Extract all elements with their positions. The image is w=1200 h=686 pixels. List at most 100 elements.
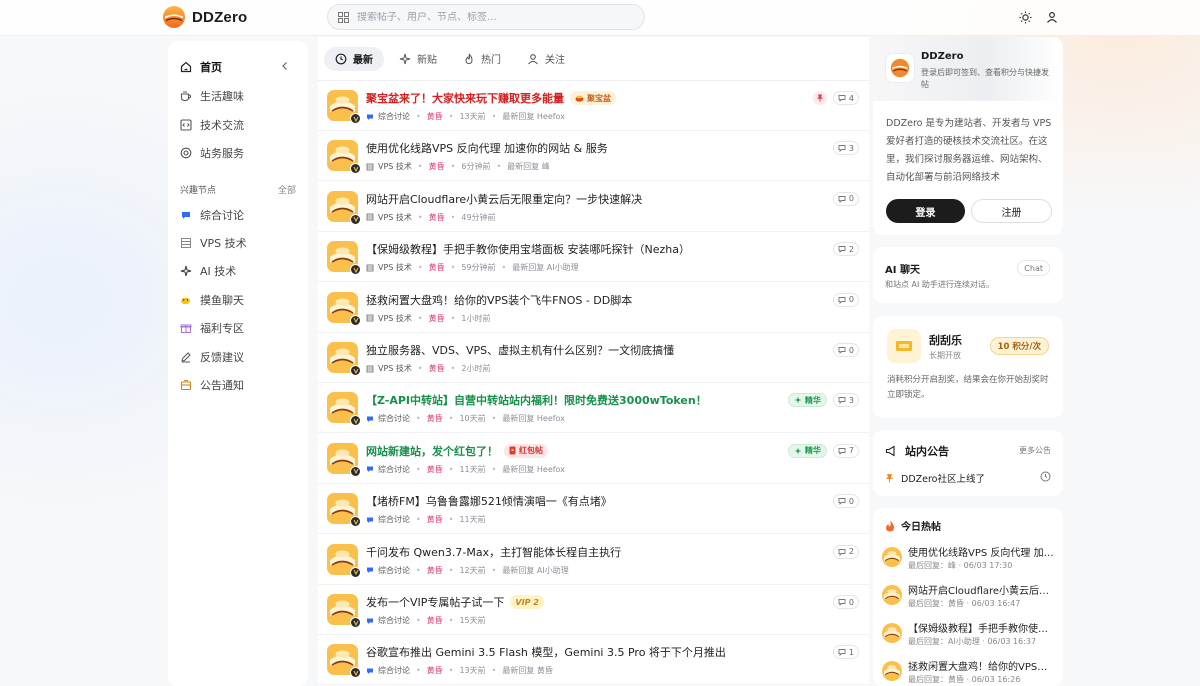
hot-post-item[interactable]: 拯救闲置大盘鸡！给你的VPS装个飞牛FNOS - DD脚本最后回复：黄昏 · 0… <box>882 658 1057 686</box>
post-category[interactable]: VPS 技术 <box>366 313 412 324</box>
post-title[interactable]: 【堵桥FM】乌鲁鲁露娜521倾情演唱一《有点堵》 <box>366 493 612 509</box>
sidebar-item-home[interactable]: 首页 <box>168 55 308 79</box>
post-time: 13天前 <box>459 112 486 121</box>
post-category[interactable]: VPS 技术 <box>366 262 412 273</box>
search-input[interactable] <box>357 11 617 23</box>
post-row[interactable]: 拯救闲置大盘鸡！给你的VPS装个飞牛FNOS - DD脚本 VPS 技术 • 黄昏 • 1… <box>318 283 869 333</box>
theme-toggle-button[interactable] <box>1014 6 1036 28</box>
post-author[interactable]: 黄昏 <box>427 514 443 525</box>
sidebar-node-welfare[interactable]: 福利专区 <box>168 316 308 340</box>
post-avatar[interactable] <box>327 241 361 276</box>
sidebar-node-feedback[interactable]: 反馈建议 <box>168 345 308 369</box>
sidebar-item-label: VPS 技术 <box>200 237 247 250</box>
chat-button[interactable]: Chat <box>1017 260 1050 276</box>
account-button[interactable] <box>1041 6 1063 28</box>
hot-post-item[interactable]: 【保姆级教程】手把手教你使用宝塔面板 安装哪吒探针（Nezha） 最后回复：AI小… <box>882 620 1057 656</box>
sidebar-node-chat[interactable]: 摸鱼聊天 <box>168 288 308 312</box>
post-category[interactable]: 综合讨论 <box>366 111 410 122</box>
post-avatar[interactable] <box>327 594 361 628</box>
post-title[interactable]: 【保姆级教程】手把手教你使用宝塔面板 安装哪吒探针（Nezha） <box>366 241 690 257</box>
post-row[interactable]: 【Z-API中转站】自营中转站站内福利！限时免费送3000wToken！ 综合讨论… <box>318 383 869 434</box>
post-title[interactable]: 使用优化线路VPS 反向代理 加速你的网站 & 服务 <box>366 140 608 156</box>
hot-post-item[interactable]: 网站开启Cloudflare小黄云后无限重定向？一步快速解决最后回复：黄昏 · … <box>882 582 1057 618</box>
post-author[interactable]: 黄昏 <box>429 212 445 223</box>
post-avatar[interactable] <box>327 392 361 427</box>
post-row[interactable]: 千问发布 Qwen3.7-Max，主打智能体长程自主执行 综合讨论 • 黄昏 • 12天前… <box>318 535 869 585</box>
post-row[interactable]: 聚宝盆来了！大家快来玩下赚取更多能量 聚宝盆 综合讨论 • 黄昏 • 13天前 • 最新回复 H… <box>318 81 869 131</box>
post-title[interactable]: 聚宝盆来了！大家快来玩下赚取更多能量 聚宝盆 <box>366 90 616 106</box>
post-category[interactable]: 综合讨论 <box>366 615 410 626</box>
post-title[interactable]: 谷歌宣布推出 Gemini 3.5 Flash 模型，Gemini 3.5 Pr… <box>366 644 726 660</box>
post-author[interactable]: 黄昏 <box>427 665 443 676</box>
post-row[interactable]: 网站新建站，发个红包了！ 红包帖 综合讨论 • 黄昏 • 11天前 • 最新回复 Heefox 精… <box>318 434 869 484</box>
sidebar-node-general[interactable]: 综合讨论 <box>168 203 308 227</box>
post-author[interactable]: 黄昏 <box>427 615 443 626</box>
all-nodes-link[interactable]: 全部 <box>278 183 296 196</box>
collapse-sidebar-icon[interactable] <box>280 61 290 74</box>
post-author[interactable]: 黄昏 <box>427 464 443 475</box>
post-row[interactable]: 【保姆级教程】手把手教你使用宝塔面板 安装哪吒探针（Nezha） VPS 技术 • 黄… <box>318 232 869 283</box>
post-category[interactable]: 综合讨论 <box>366 464 410 475</box>
post-category[interactable]: VPS 技术 <box>366 161 412 172</box>
tab-following[interactable]: 关注 <box>516 47 576 71</box>
hot-post-item[interactable]: 使用优化线路VPS 反向代理 加速你的网站 & 服务最后回复：峰 · 06/03… <box>882 544 1057 580</box>
post-title[interactable]: 千问发布 Qwen3.7-Max，主打智能体长程自主执行 <box>366 544 621 560</box>
register-button[interactable]: 注册 <box>971 199 1052 223</box>
post-avatar[interactable] <box>327 644 361 679</box>
post-row[interactable]: 独立服务器、VDS、VPS、虚拟主机有什么区别？一文彻底搞懂 VPS 技术 • 黄昏 •… <box>318 333 869 383</box>
post-title[interactable]: 拯救闲置大盘鸡！给你的VPS装个飞牛FNOS - DD脚本 <box>366 292 632 308</box>
post-avatar[interactable] <box>327 442 361 477</box>
post-category[interactable]: 综合讨论 <box>366 514 410 525</box>
post-avatar[interactable] <box>327 291 361 326</box>
post-category[interactable]: 综合讨论 <box>366 665 410 676</box>
scratch-card[interactable]: 刮刮乐 长期开放 10 积分/次 消耗积分开启刮奖，结果会在你开始刮奖时立即锁定… <box>873 316 1063 418</box>
post-title[interactable]: 网站新建站，发个红包了！ 红包帖 <box>366 443 548 459</box>
post-author[interactable]: 黄昏 <box>427 111 443 122</box>
sidebar-node-ai[interactable]: AI 技术 <box>168 259 308 283</box>
brand-logo[interactable]: DDZero <box>162 5 247 29</box>
post-row[interactable]: 使用优化线路VPS 反向代理 加速你的网站 & 服务 VPS 技术 • 黄昏 • 6分钟前… <box>318 131 869 182</box>
post-category[interactable]: VPS 技术 <box>366 212 412 223</box>
post-avatar[interactable] <box>327 342 361 376</box>
post-category[interactable]: 综合讨论 <box>366 565 410 576</box>
post-author[interactable]: 黄昏 <box>429 161 445 172</box>
post-meta: 综合讨论 • 黄昏 • 11天前 <box>366 514 486 525</box>
sidebar-node-announce[interactable]: 公告通知 <box>168 373 308 397</box>
meta-separator: • <box>450 263 456 273</box>
post-author[interactable]: 黄昏 <box>427 413 443 424</box>
sidebar-item-life[interactable]: 生活趣味 <box>168 84 308 108</box>
post-title[interactable]: 独立服务器、VDS、VPS、虚拟主机有什么区别？一文彻底搞懂 <box>366 342 674 358</box>
post-avatar[interactable] <box>327 543 361 578</box>
post-avatar[interactable] <box>327 493 361 528</box>
sidebar-item-tech[interactable]: 技术交流 <box>168 113 308 137</box>
ai-chat-card[interactable]: AI 聊天 和站点 AI 助手进行连续对话。 Chat <box>873 247 1063 303</box>
post-author[interactable]: 黄昏 <box>429 363 445 374</box>
post-avatar[interactable] <box>327 90 361 124</box>
post-author[interactable]: 黄昏 <box>429 262 445 273</box>
post-avatar[interactable] <box>327 190 361 225</box>
post-row[interactable]: 【堵桥FM】乌鲁鲁露娜521倾情演唱一《有点堵》 综合讨论 • 黄昏 • 11天前 0 <box>318 484 869 535</box>
post-title[interactable]: 【Z-API中转站】自营中转站站内福利！限时免费送3000wToken！ <box>366 392 707 408</box>
search-box[interactable] <box>327 4 645 30</box>
post-title[interactable]: 发布一个VIP专属帖子试一下 VIP 2 <box>366 594 544 610</box>
post-avatar[interactable] <box>327 140 361 175</box>
reply-count-value: 0 <box>848 597 854 607</box>
tab-hot[interactable]: 热门 <box>452 47 512 71</box>
more-announcements-link[interactable]: 更多公告 <box>1019 445 1051 456</box>
tab-new[interactable]: 新贴 <box>388 47 448 71</box>
login-button[interactable]: 登录 <box>886 199 965 223</box>
sidebar-item-service[interactable]: 站务服务 <box>168 141 308 165</box>
post-row[interactable]: 网站开启Cloudflare小黄云后无限重定向？一步快速解决 VPS 技术 • 黄昏 •… <box>318 182 869 232</box>
announcement-item[interactable]: DDZero社区上线了 <box>885 471 1051 485</box>
post-row[interactable]: 谷歌宣布推出 Gemini 3.5 Flash 模型，Gemini 3.5 Pr… <box>318 635 869 686</box>
post-last-reply: 最新回复 峰 <box>507 162 550 172</box>
post-author[interactable]: 黄昏 <box>429 313 445 324</box>
post-author[interactable]: 黄昏 <box>427 565 443 576</box>
post-category[interactable]: 综合讨论 <box>366 413 410 424</box>
sidebar-node-vps[interactable]: VPS 技术 <box>168 231 308 255</box>
comment-icon <box>838 397 846 405</box>
post-category[interactable]: VPS 技术 <box>366 363 412 374</box>
tab-latest[interactable]: 最新 <box>324 46 384 71</box>
post-row[interactable]: 发布一个VIP专属帖子试一下 VIP 2 综合讨论 • 黄昏 • 15天前 0 <box>318 585 869 635</box>
post-title[interactable]: 网站开启Cloudflare小黄云后无限重定向？一步快速解决 <box>366 191 642 207</box>
